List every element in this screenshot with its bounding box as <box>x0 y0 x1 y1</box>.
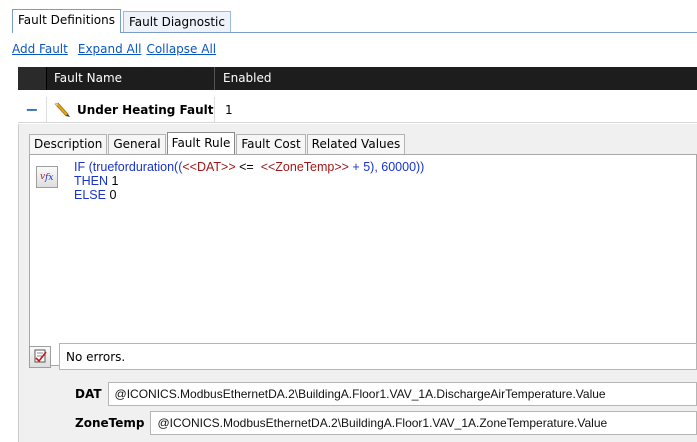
variable-row-zonetemp: ZoneTemp @ICONICS.ModbusEthernetDA.2\Bui… <box>75 411 697 435</box>
tab-description[interactable]: Description <box>29 134 108 154</box>
rule-text: + 5), 60000)) <box>348 160 425 174</box>
tab-related-values[interactable]: Related Values <box>306 134 406 154</box>
tab-fault-diagnostic[interactable]: Fault Diagnostic <box>122 11 231 33</box>
rule-expression[interactable]: IF (trueforduration((<<DAT>> <= <<ZoneTe… <box>74 160 424 202</box>
action-links: Add Fault Expand All Collapse All <box>12 42 216 56</box>
fault-name-text: Under Heating Fault <box>77 102 214 117</box>
variable-value-dat[interactable]: @ICONICS.ModbusEthernetDA.2\BuildingA.Fl… <box>107 382 697 406</box>
expression-builder-button[interactable]: v fx <box>36 166 58 188</box>
then-keyword: THEN <box>74 174 109 188</box>
add-fault-link[interactable]: Add Fault <box>12 42 68 56</box>
rule-editor[interactable]: v fx IF (trueforduration((<<DAT>> <= <<Z… <box>29 154 697 366</box>
else-value: 0 <box>105 188 117 202</box>
zonetemp-variable-tag: <<ZoneTemp>> <box>260 160 349 174</box>
column-header-fault-name[interactable]: Fault Name <box>47 67 215 90</box>
pencil-icon <box>53 102 71 118</box>
tab-fault-definitions[interactable]: Fault Definitions <box>12 9 121 33</box>
else-keyword: ELSE <box>74 188 106 202</box>
outer-tab-strip: Fault Definitions Fault Diagnostic <box>12 9 233 33</box>
rule-text: <= <box>235 160 261 174</box>
tab-fault-cost[interactable]: Fault Cost <box>236 134 306 154</box>
tab-fault-rule[interactable]: Fault Rule <box>166 132 236 154</box>
variable-label-zonetemp: ZoneTemp <box>75 416 145 430</box>
variable-row-dat: DAT @ICONICS.ModbusEthernetDA.2\Building… <box>75 382 697 406</box>
validation-status: No errors. <box>59 343 697 370</box>
validate-button[interactable] <box>29 346 51 368</box>
expander-column-header <box>18 67 47 90</box>
enabled-cell: 1 <box>225 103 233 117</box>
status-message: No errors. <box>66 349 126 364</box>
if-keyword: IF <box>74 160 86 174</box>
collapse-row-button[interactable]: − <box>18 97 47 122</box>
fault-detail-panel: Description General Fault Rule Fault Cos… <box>18 124 697 442</box>
variable-value-zonetemp[interactable]: @ICONICS.ModbusEthernetDA.2\BuildingA.Fl… <box>150 411 697 435</box>
dat-variable-tag: <<DAT>> <box>182 160 236 174</box>
tab-general[interactable]: General <box>108 134 166 154</box>
detail-tab-strip: Description General Fault Rule Fault Cos… <box>29 132 406 154</box>
then-value: 1 <box>108 174 119 188</box>
column-header-enabled[interactable]: Enabled <box>215 67 697 90</box>
variable-label-dat: DAT <box>75 387 102 401</box>
fault-grid-header: Fault Name Enabled <box>18 67 697 90</box>
fault-name-cell: Under Heating Fault <box>47 97 215 122</box>
collapse-all-link[interactable]: Collapse All <box>146 42 216 56</box>
svg-text:fx: fx <box>44 173 53 183</box>
table-row[interactable]: − Under Heating Fault 1 <box>18 97 697 123</box>
checklist-icon <box>32 348 48 367</box>
expand-all-link[interactable]: Expand All <box>78 42 142 56</box>
function-icon: v fx <box>39 169 55 186</box>
rule-text: (trueforduration(( <box>85 160 183 174</box>
